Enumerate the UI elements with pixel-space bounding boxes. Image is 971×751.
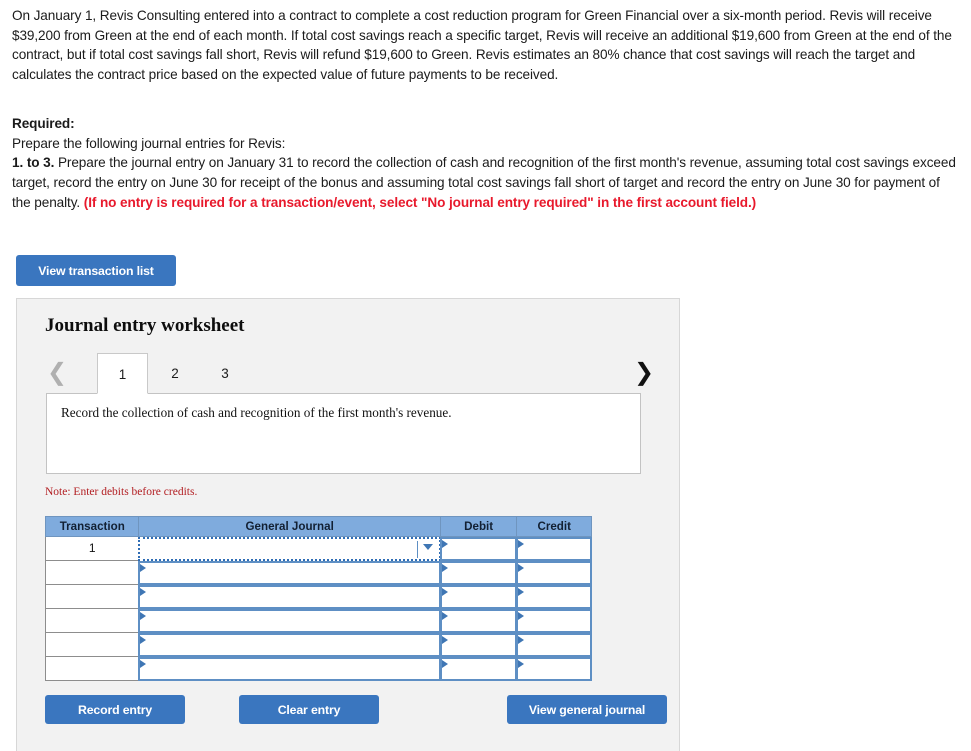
tab-1[interactable]: 1 (97, 353, 148, 394)
table-row (45, 561, 592, 585)
text-cursor-icon (416, 541, 418, 558)
page-title: Journal entry worksheet (45, 315, 245, 336)
required-parenthetical: (If no entry is required for a transacti… (83, 194, 757, 210)
column-header-general-journal: General Journal (139, 516, 441, 537)
credit-input-row-2[interactable] (516, 561, 592, 585)
chevron-down-icon[interactable] (422, 544, 433, 550)
view-general-journal-button[interactable]: View general journal (507, 695, 667, 724)
journal-entry-worksheet-panel: Journal entry worksheet ❮ 1 2 3 ❯ Record… (16, 298, 680, 751)
debit-input-row-6[interactable] (439, 657, 518, 681)
tab-2[interactable]: 2 (156, 353, 194, 394)
credit-input-row-4[interactable] (516, 609, 592, 633)
credit-input-row-1[interactable] (516, 537, 592, 561)
transaction-number-cell (45, 657, 140, 681)
table-row: 1 (45, 537, 592, 561)
journal-entry-page: On January 1, Revis Consulting entered i… (0, 0, 971, 751)
debits-before-credits-note: Note: Enter debits before credits. (45, 486, 198, 498)
required-subheading: Prepare the following journal entries fo… (12, 135, 286, 151)
table-header-row: Transaction General Journal Debit Credit (45, 516, 592, 537)
transaction-number-cell (45, 585, 140, 609)
credit-input-row-5[interactable] (516, 633, 592, 657)
debit-input-row-2[interactable] (439, 561, 518, 585)
debit-input-row-1[interactable] (439, 537, 518, 561)
table-row (45, 585, 592, 609)
table-row (45, 657, 592, 681)
transaction-number-cell (45, 609, 140, 633)
table-row (45, 633, 592, 657)
entry-description-text: Record the collection of cash and recogn… (61, 405, 452, 420)
general-journal-account-select-row-6[interactable] (138, 657, 441, 681)
transaction-number-cell (45, 561, 140, 585)
problem-statement: On January 1, Revis Consulting entered i… (12, 8, 952, 82)
general-journal-account-select-row-1[interactable] (138, 537, 441, 561)
record-entry-button[interactable]: Record entry (45, 695, 185, 724)
required-heading: Required: (12, 116, 75, 131)
transaction-number-cell (45, 633, 140, 657)
credit-input-row-3[interactable] (516, 585, 592, 609)
general-journal-account-select-row-4[interactable] (138, 609, 441, 633)
tab-3[interactable]: 3 (206, 353, 244, 394)
column-header-transaction: Transaction (45, 516, 140, 537)
table-row (45, 609, 592, 633)
column-header-credit: Credit (517, 516, 592, 537)
column-header-debit: Debit (440, 516, 518, 537)
debit-input-row-5[interactable] (439, 633, 518, 657)
credit-input-row-6[interactable] (516, 657, 592, 681)
chevron-right-icon[interactable]: ❯ (634, 357, 654, 387)
required-block: Required: Prepare the following journal … (12, 114, 960, 213)
debit-input-row-3[interactable] (439, 585, 518, 609)
transaction-number-cell: 1 (45, 537, 140, 561)
general-journal-account-select-row-3[interactable] (138, 585, 441, 609)
chevron-left-icon[interactable]: ❮ (47, 357, 67, 387)
view-transaction-list-button[interactable]: View transaction list (16, 255, 176, 286)
entry-description-box: Record the collection of cash and recogn… (46, 393, 641, 474)
journal-entry-table: Transaction General Journal Debit Credit… (45, 516, 592, 681)
worksheet-tab-bar: ❮ 1 2 3 ❯ (17, 353, 681, 394)
debit-input-row-4[interactable] (439, 609, 518, 633)
clear-entry-button[interactable]: Clear entry (239, 695, 379, 724)
general-journal-account-select-row-2[interactable] (138, 561, 441, 585)
required-item-label: 1. to 3. (12, 155, 55, 171)
general-journal-account-select-row-5[interactable] (138, 633, 441, 657)
